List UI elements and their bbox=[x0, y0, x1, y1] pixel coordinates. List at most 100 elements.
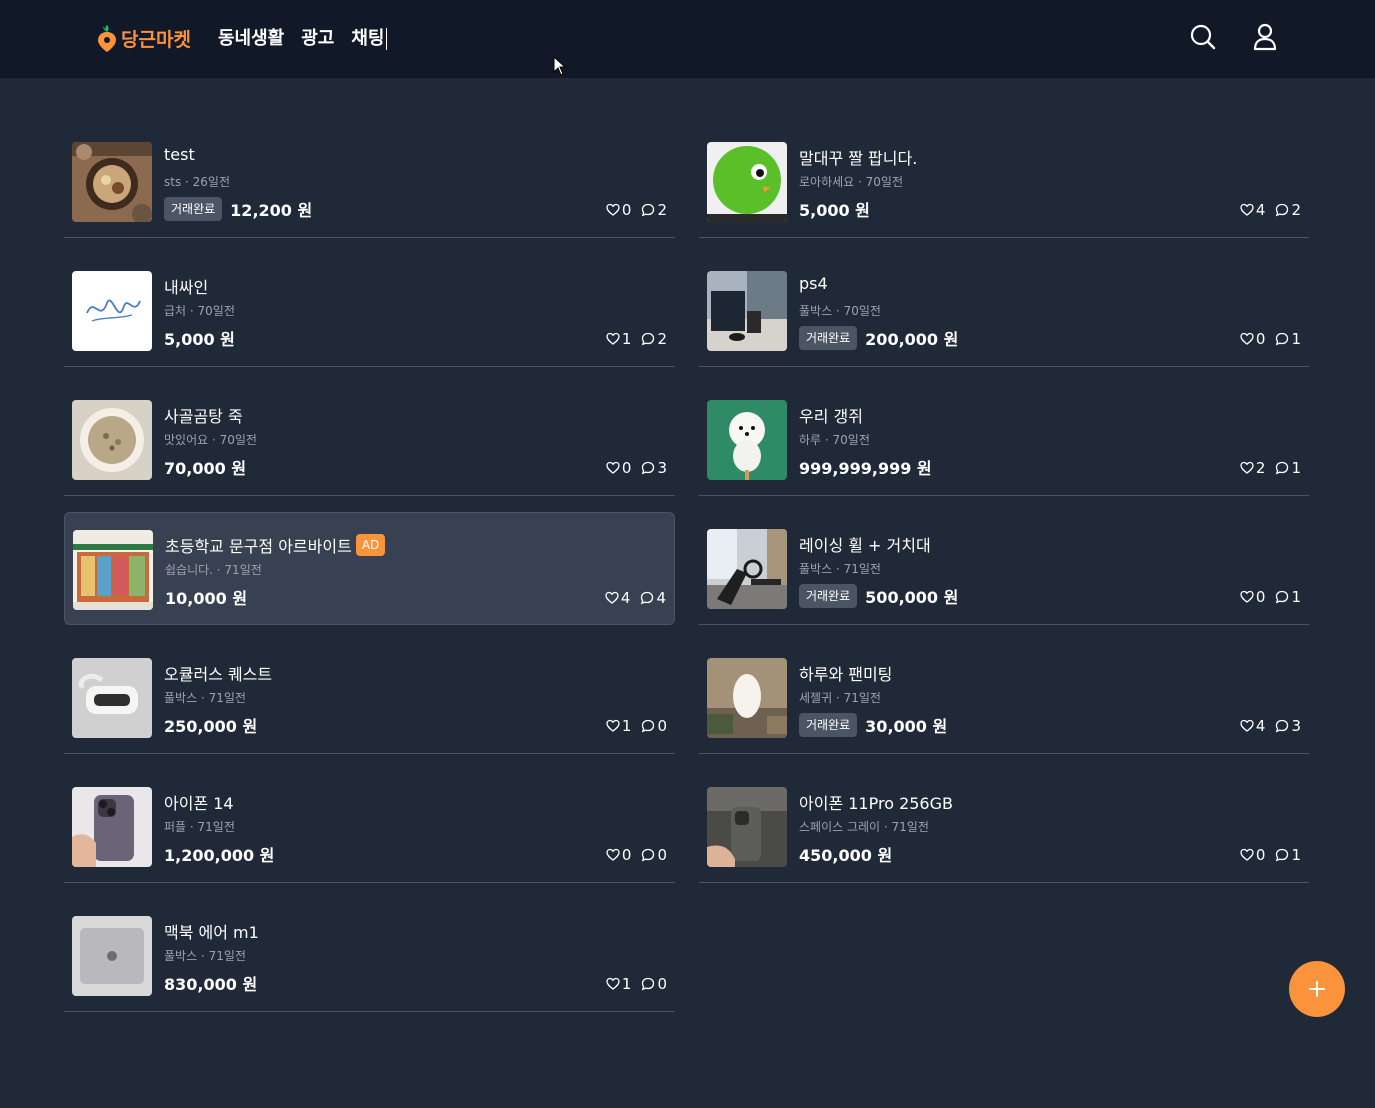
comment-icon bbox=[642, 461, 655, 475]
price-line: 450,000 원 bbox=[799, 842, 892, 866]
like-count: 1 bbox=[621, 330, 632, 348]
product-thumbnail bbox=[707, 529, 787, 609]
price-line: 250,000 원 bbox=[164, 713, 257, 737]
product-price: 999,999,999 원 bbox=[799, 459, 932, 478]
comment-icon bbox=[1276, 461, 1289, 475]
comment-count: 0 bbox=[657, 846, 667, 864]
comment-icon bbox=[642, 203, 655, 217]
heart-icon bbox=[1240, 203, 1254, 216]
price-line: 1,200,000 원 bbox=[164, 842, 274, 866]
product-meta: 세젤귀 · 71일전 bbox=[799, 691, 881, 705]
product-meta: 풀박스 · 70일전 bbox=[799, 304, 881, 318]
product-price: 10,000 원 bbox=[165, 589, 248, 608]
comment-icon bbox=[1276, 590, 1289, 604]
nav-item-chat-label: 채팅 bbox=[351, 28, 385, 49]
product-item[interactable]: 사골곰탕 죽 맛있어요 · 70일전 70,000 원 0 3 bbox=[64, 383, 675, 496]
price-line: 830,000 원 bbox=[164, 971, 257, 995]
status-badge: 거래완료 bbox=[799, 326, 858, 350]
like-count: 1 bbox=[621, 975, 632, 993]
status-badge: 거래완료 bbox=[799, 713, 858, 737]
add-product-button[interactable] bbox=[1289, 961, 1345, 1017]
comment-count: 1 bbox=[1291, 588, 1301, 606]
product-meta: 맛있어요 · 70일전 bbox=[164, 433, 257, 447]
comment-icon bbox=[642, 719, 655, 733]
product-title: 말대꾸 짤 팝니다. bbox=[799, 149, 918, 168]
product-item[interactable]: 우리 갱쥐 하루 · 70일전 999,999,999 원 2 1 bbox=[699, 383, 1309, 496]
search-icon[interactable] bbox=[1189, 22, 1217, 52]
product-stats: 0 3 bbox=[606, 459, 667, 477]
product-item[interactable]: 하루와 팬미팅 세젤귀 · 71일전 거래완료 30,000 원 4 3 bbox=[699, 641, 1309, 754]
comment-count: 4 bbox=[656, 589, 666, 607]
price-line: 거래완료 12,200 원 bbox=[164, 197, 312, 221]
product-title: 하루와 팬미팅 bbox=[799, 665, 893, 684]
product-meta: 로아하세요 · 70일전 bbox=[799, 175, 903, 189]
product-thumbnail bbox=[707, 400, 787, 480]
product-price: 200,000 원 bbox=[865, 330, 959, 349]
product-meta: 쉽습니다. · 71일전 bbox=[165, 563, 262, 577]
nav-item-community[interactable]: 동네생활 bbox=[218, 24, 284, 50]
like-count: 2 bbox=[1255, 459, 1266, 477]
price-line: 5,000 원 bbox=[799, 197, 870, 221]
product-stats: 2 1 bbox=[1240, 459, 1301, 477]
product-stats: 4 4 bbox=[605, 589, 666, 607]
carrot-logo-icon bbox=[98, 25, 116, 52]
product-title: 아이폰 11Pro 256GB bbox=[799, 794, 953, 813]
product-item[interactable]: 아이폰 11Pro 256GB 스페이스 그레이 · 71일전 450,000 … bbox=[699, 770, 1309, 883]
comment-icon bbox=[641, 591, 654, 605]
price-line: 10,000 원 bbox=[165, 585, 247, 609]
mouse-cursor-icon bbox=[553, 56, 567, 76]
comment-count: 1 bbox=[1291, 459, 1301, 477]
like-count: 4 bbox=[1255, 717, 1266, 735]
product-meta: 풀박스 · 71일전 bbox=[799, 562, 881, 576]
product-stats: 0 1 bbox=[1240, 846, 1301, 864]
nav-item-chat[interactable]: 채팅 bbox=[351, 24, 387, 50]
price-line: 거래완료 30,000 원 bbox=[799, 713, 947, 737]
comment-icon bbox=[1276, 203, 1289, 217]
product-title: 사골곰탕 죽 bbox=[164, 407, 243, 426]
comment-icon bbox=[1276, 332, 1289, 346]
product-stats: 0 2 bbox=[606, 201, 667, 219]
product-price: 830,000 원 bbox=[164, 975, 258, 994]
like-count: 0 bbox=[1255, 330, 1266, 348]
comment-icon bbox=[1276, 719, 1289, 733]
nav-item-ads[interactable]: 광고 bbox=[301, 24, 334, 50]
product-thumbnail bbox=[72, 400, 152, 480]
header-actions bbox=[1189, 22, 1279, 52]
plus-icon bbox=[1309, 981, 1325, 997]
comment-icon bbox=[642, 332, 655, 346]
product-item[interactable]: test sts · 26일전 거래완료 12,200 원 0 2 bbox=[64, 125, 675, 238]
brand-logo[interactable]: 당근마켓 bbox=[97, 22, 191, 54]
product-price: 5,000 원 bbox=[799, 201, 870, 220]
like-count: 0 bbox=[1255, 588, 1266, 606]
product-item[interactable]: 내싸인 급처 · 70일전 5,000 원 1 2 bbox=[64, 254, 675, 367]
product-stats: 1 2 bbox=[606, 330, 667, 348]
user-icon[interactable] bbox=[1251, 22, 1279, 52]
product-price: 30,000 원 bbox=[865, 717, 948, 736]
product-title: 맥북 에어 m1 bbox=[164, 923, 259, 942]
comment-count: 1 bbox=[1291, 846, 1301, 864]
price-line: 5,000 원 bbox=[164, 326, 235, 350]
product-stats: 0 1 bbox=[1240, 588, 1301, 606]
comment-count: 1 bbox=[1291, 330, 1301, 348]
product-thumbnail bbox=[72, 787, 152, 867]
product-meta: 급처 · 70일전 bbox=[164, 304, 235, 318]
product-item-ad[interactable]: 초등학교 문구점 아르바이트 AD 쉽습니다. · 71일전 10,000 원 4… bbox=[64, 512, 675, 625]
product-price: 500,000 원 bbox=[865, 588, 959, 607]
product-item[interactable]: 말대꾸 짤 팝니다. 로아하세요 · 70일전 5,000 원 4 2 bbox=[699, 125, 1309, 238]
product-item[interactable]: 아이폰 14 퍼플 · 71일전 1,200,000 원 0 0 bbox=[64, 770, 675, 883]
product-thumbnail bbox=[72, 271, 152, 351]
brand-name: 당근마켓 bbox=[121, 28, 191, 51]
price-line: 거래완료 200,000 원 bbox=[799, 326, 958, 350]
like-count: 4 bbox=[620, 589, 631, 607]
product-item[interactable]: 오큘러스 퀘스트 풀박스 · 71일전 250,000 원 1 0 bbox=[64, 641, 675, 754]
comment-count: 2 bbox=[657, 201, 667, 219]
product-thumbnail bbox=[707, 142, 787, 222]
product-item[interactable]: 레이싱 휠 + 거치대 풀박스 · 71일전 거래완료 500,000 원 0 … bbox=[699, 512, 1309, 625]
product-price: 250,000 원 bbox=[164, 717, 258, 736]
heart-icon bbox=[606, 977, 620, 990]
product-item[interactable]: 맥북 에어 m1 풀박스 · 71일전 830,000 원 1 0 bbox=[64, 899, 675, 1012]
status-badge: 거래완료 bbox=[164, 197, 223, 221]
heart-icon bbox=[606, 719, 620, 732]
product-item[interactable]: ps4 풀박스 · 70일전 거래완료 200,000 원 0 1 bbox=[699, 254, 1309, 367]
text-caret bbox=[385, 28, 387, 50]
